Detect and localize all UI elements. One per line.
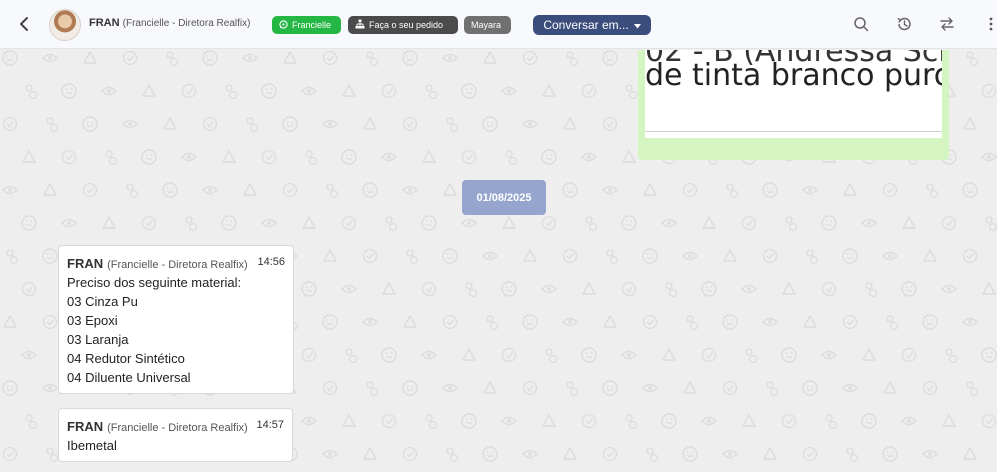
image-attachment[interactable]: 02 - B (Andressa Sch de tinta branco pur…: [645, 50, 942, 138]
image-divider: [645, 131, 942, 132]
message-bubble[interactable]: FRAN (Francielle - Diretora Realfix) 14:5…: [58, 408, 293, 462]
back-arrow-icon[interactable]: [14, 14, 34, 34]
search-icon[interactable]: [851, 14, 871, 34]
chat-area[interactable]: 02 - B (Andressa Sch de tinta branco pur…: [0, 50, 997, 472]
message-sender-role: (Francielle - Diretora Realfix): [107, 259, 248, 271]
message-sender: FRAN: [67, 256, 104, 271]
message-line: Ibemetal: [67, 438, 117, 453]
message-sender-role: (Francielle - Diretora Realfix): [107, 422, 248, 434]
message-sender: FRAN: [67, 419, 104, 434]
sitemap-icon: [355, 19, 365, 31]
message-line: 04 Redutor Sintético: [67, 351, 185, 366]
message-time: 14:57: [256, 419, 284, 431]
avatar[interactable]: [49, 9, 81, 41]
message-line: 04 Diluente Universal: [67, 370, 191, 385]
contact-short-name: FRAN: [89, 17, 120, 29]
converse-label: Conversar em...: [543, 18, 629, 32]
whatsapp-tag-label: Francielle: [292, 20, 332, 30]
transfer-icon[interactable]: [937, 14, 957, 34]
message-bubble[interactable]: FRAN (Francielle - Diretora Realfix) 14:5…: [58, 245, 294, 394]
contact-name[interactable]: FRAN (Francielle - Diretora Realfix): [89, 17, 250, 29]
message-time: 14:56: [257, 256, 285, 268]
more-vertical-icon[interactable]: [981, 14, 997, 34]
caret-down-icon: [633, 18, 641, 32]
message-line: Preciso dos seguinte material:: [67, 275, 242, 290]
history-icon[interactable]: [894, 14, 914, 34]
order-tag-label: Faça o seu pedido: [369, 20, 444, 30]
chat-header: FRAN (Francielle - Diretora Realfix) Fra…: [0, 0, 997, 49]
message-line: 03 Epoxi: [67, 313, 118, 328]
converse-in-dropdown[interactable]: Conversar em...: [533, 15, 651, 35]
image-message[interactable]: 02 - B (Andressa Sch de tinta branco pur…: [638, 50, 949, 160]
order-tag[interactable]: Faça o seu pedido: [348, 16, 458, 34]
message-line: 03 Laranja: [67, 332, 129, 347]
date-separator: 01/08/2025: [462, 180, 546, 215]
agent-tag-label: Mayara: [471, 20, 502, 30]
message-line: 03 Cinza Pu: [67, 294, 138, 309]
whatsapp-channel-tag[interactable]: Francielle: [272, 16, 341, 34]
agent-tag[interactable]: Mayara: [464, 16, 511, 34]
image-text-main: de tinta branco puro: [645, 58, 942, 93]
whatsapp-icon: [279, 19, 288, 31]
contact-detail: (Francielle - Diretora Realfix): [122, 18, 251, 29]
message-text: Ibemetal: [67, 436, 284, 455]
message-text: Preciso dos seguinte material: 03 Cinza …: [67, 273, 285, 387]
